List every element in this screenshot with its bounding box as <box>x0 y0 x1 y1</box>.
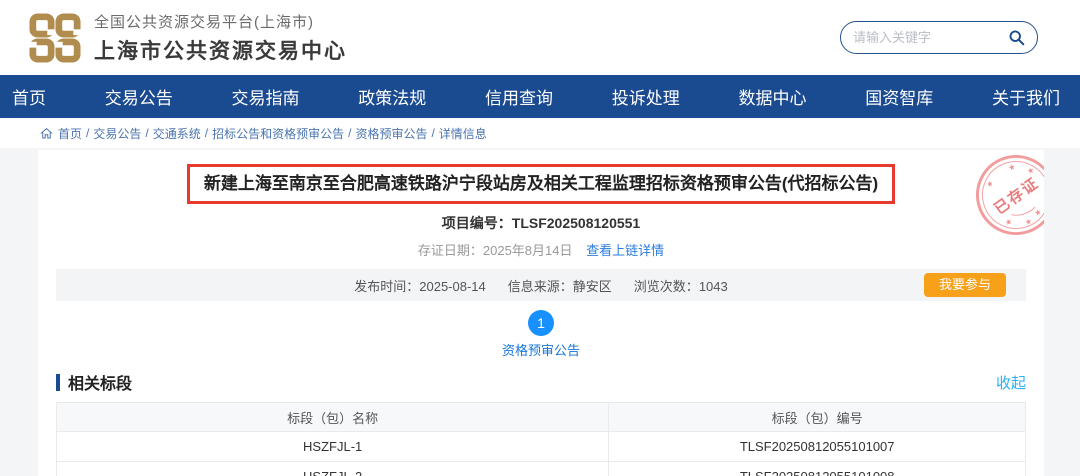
publish-time: 发布时间：2025-08-14 <box>354 278 486 294</box>
step-circle[interactable]: 1 <box>528 310 554 337</box>
search-input[interactable] <box>853 30 1008 45</box>
sections-table: 标段（包）名称 标段（包）编号 HSZFJL-1 TLSF20250812055… <box>55 402 1026 476</box>
page-body: 新建上海至南京至合肥高速铁路沪宁段站房及相关工程监理招标资格预审公告(代招标公告… <box>0 148 1080 476</box>
search-box[interactable] <box>840 21 1038 54</box>
table-header-row: 标段（包）名称 标段（包）编号 <box>55 402 1026 433</box>
view-chain-link[interactable]: 查看上链详情 <box>586 243 664 258</box>
participate-button[interactable]: 我要参与 <box>923 273 1006 298</box>
search-icon[interactable] <box>1008 29 1025 46</box>
nav-item-guide[interactable]: 交易指南 <box>226 84 306 109</box>
crumb-separator: / <box>86 126 90 140</box>
section-title: 相关标段 <box>68 376 133 394</box>
section-name-link[interactable]: HSZFJL-1 <box>55 431 610 463</box>
notice-title: 新建上海至南京至合肥高速铁路沪宁段站房及相关工程监理招标资格预审公告(代招标公告… <box>203 174 879 193</box>
crumb-traffic[interactable]: 交通系统 <box>153 125 201 142</box>
logo-icon <box>29 12 81 63</box>
section-accent-bar <box>56 373 60 391</box>
publish-info-bar: 发布时间：2025-08-14 信息来源：静安区 浏览次数：1043 我要参与 <box>56 269 1026 302</box>
table-row: HSZFJL-2 TLSF20250812055101008 <box>55 461 1026 476</box>
home-icon[interactable] <box>40 127 53 140</box>
nav-item-about[interactable]: 关于我们 <box>986 84 1066 109</box>
step-indicator: 1 资格预审公告 <box>38 310 1044 359</box>
table-row: HSZFJL-1 TLSF20250812055101007 <box>55 431 1026 463</box>
collapse-link[interactable]: 收起 <box>996 372 1026 393</box>
nav-item-policy[interactable]: 政策法规 <box>352 84 432 109</box>
crumb-separator: / <box>204 126 209 140</box>
nav-item-data[interactable]: 数据中心 <box>733 84 813 109</box>
platform-name: 全国公共资源交易平台(上海市) <box>94 13 314 31</box>
deposit-date-label: 存证日期： <box>417 243 483 259</box>
notice-title-annotation-box: 新建上海至南京至合肥高速铁路沪宁段站房及相关工程监理招标资格预审公告(代招标公告… <box>186 164 896 205</box>
top-header: 全国公共资源交易平台(上海市) 上海市公共资源交易中心 <box>0 0 1080 75</box>
crumb-tender[interactable]: 招标公告和资格预审公告 <box>212 125 344 142</box>
deposit-date-value: 2025年8月14日 <box>482 243 573 259</box>
nav-item-notices[interactable]: 交易公告 <box>99 84 179 109</box>
related-sections-header: 相关标段 收起 <box>56 370 1026 394</box>
deposit-row: 存证日期：2025年8月14日 查看上链详情 <box>38 240 1044 259</box>
crumb-separator: / <box>145 126 149 140</box>
crumb-notices[interactable]: 交易公告 <box>93 125 141 142</box>
crumb-detail: 详情信息 <box>438 126 487 141</box>
section-code-link[interactable]: TLSF20250812055101007 <box>608 431 1026 463</box>
breadcrumb: 首页 / 交易公告 / 交通系统 / 招标公告和资格预审公告 / 资格预审公告 … <box>0 118 1080 148</box>
col-header-section-name: 标段（包）名称 <box>55 402 610 433</box>
crumb-separator: / <box>431 126 435 140</box>
crumb-prequal[interactable]: 资格预审公告 <box>355 125 427 142</box>
notice-card: 新建上海至南京至合肥高速铁路沪宁段站房及相关工程监理招标资格预审公告(代招标公告… <box>38 150 1044 476</box>
info-source: 信息来源：静安区 <box>507 278 612 294</box>
nav-item-thinktank[interactable]: 国资智库 <box>859 84 939 109</box>
main-nav: 首页 交易公告 交易指南 政策法规 信用查询 投诉处理 数据中心 国资智库 关于… <box>0 75 1080 118</box>
step-label[interactable]: 资格预审公告 <box>38 340 1044 359</box>
nav-item-credit[interactable]: 信用查询 <box>479 84 559 109</box>
view-count: 浏览次数：1043 <box>633 278 728 294</box>
crumb-home[interactable]: 首页 <box>58 125 82 142</box>
center-name: 上海市公共资源交易中心 <box>94 39 347 63</box>
project-number-value: TLSF202508120551 <box>511 215 641 232</box>
crumb-separator: / <box>348 126 352 140</box>
site-logo: 全国公共资源交易平台(上海市) 上海市公共资源交易中心 <box>28 11 347 65</box>
project-number-label: 项目编号： <box>441 215 512 232</box>
section-code-cell: TLSF20250812055101008 <box>608 461 1026 476</box>
project-number-row: 项目编号：TLSF202508120551 <box>38 213 1044 233</box>
nav-item-complaint[interactable]: 投诉处理 <box>606 84 686 109</box>
col-header-section-code: 标段（包）编号 <box>608 402 1026 433</box>
section-name-cell: HSZFJL-2 <box>55 461 610 476</box>
nav-item-home[interactable]: 首页 <box>6 84 52 109</box>
